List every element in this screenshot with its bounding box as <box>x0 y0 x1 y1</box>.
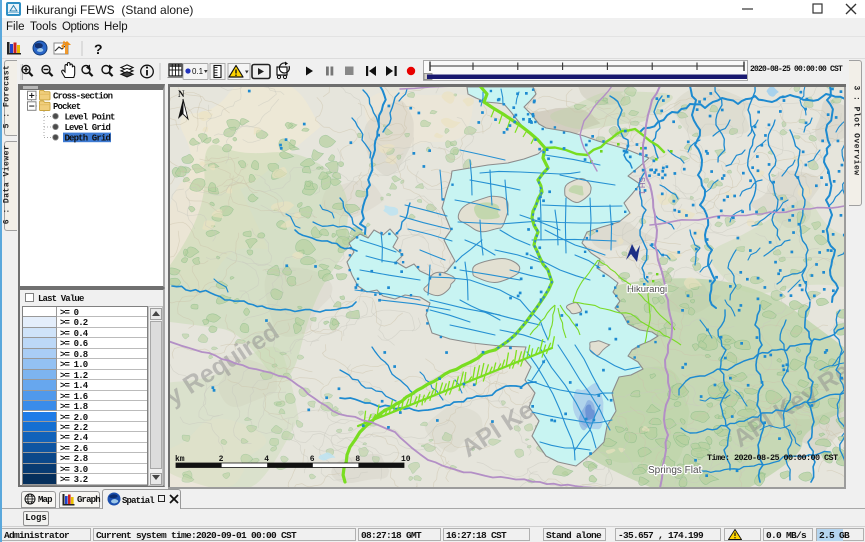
svg-text:SH 1: SH 1 <box>637 177 646 195</box>
svg-text:N: N <box>178 89 185 99</box>
svg-text:Cross-section: Cross-section <box>53 92 113 102</box>
svg-text:Time: 2020-08-25 00:00:00 CST: Time: 2020-08-25 00:00:00 CST <box>707 453 838 463</box>
svg-text:Springs Flat: Springs Flat <box>648 465 702 476</box>
svg-text:Hikurangi: Hikurangi <box>627 284 667 295</box>
svg-text:Depth Grid: Depth Grid <box>65 134 111 144</box>
svg-text:0.1: 0.1 <box>192 67 204 76</box>
svg-text:?: ? <box>94 41 103 57</box>
svg-text:Pocket: Pocket <box>53 102 81 112</box>
svg-text:Level Grid: Level Grid <box>65 123 111 133</box>
svg-text:Level Point: Level Point <box>65 113 116 123</box>
